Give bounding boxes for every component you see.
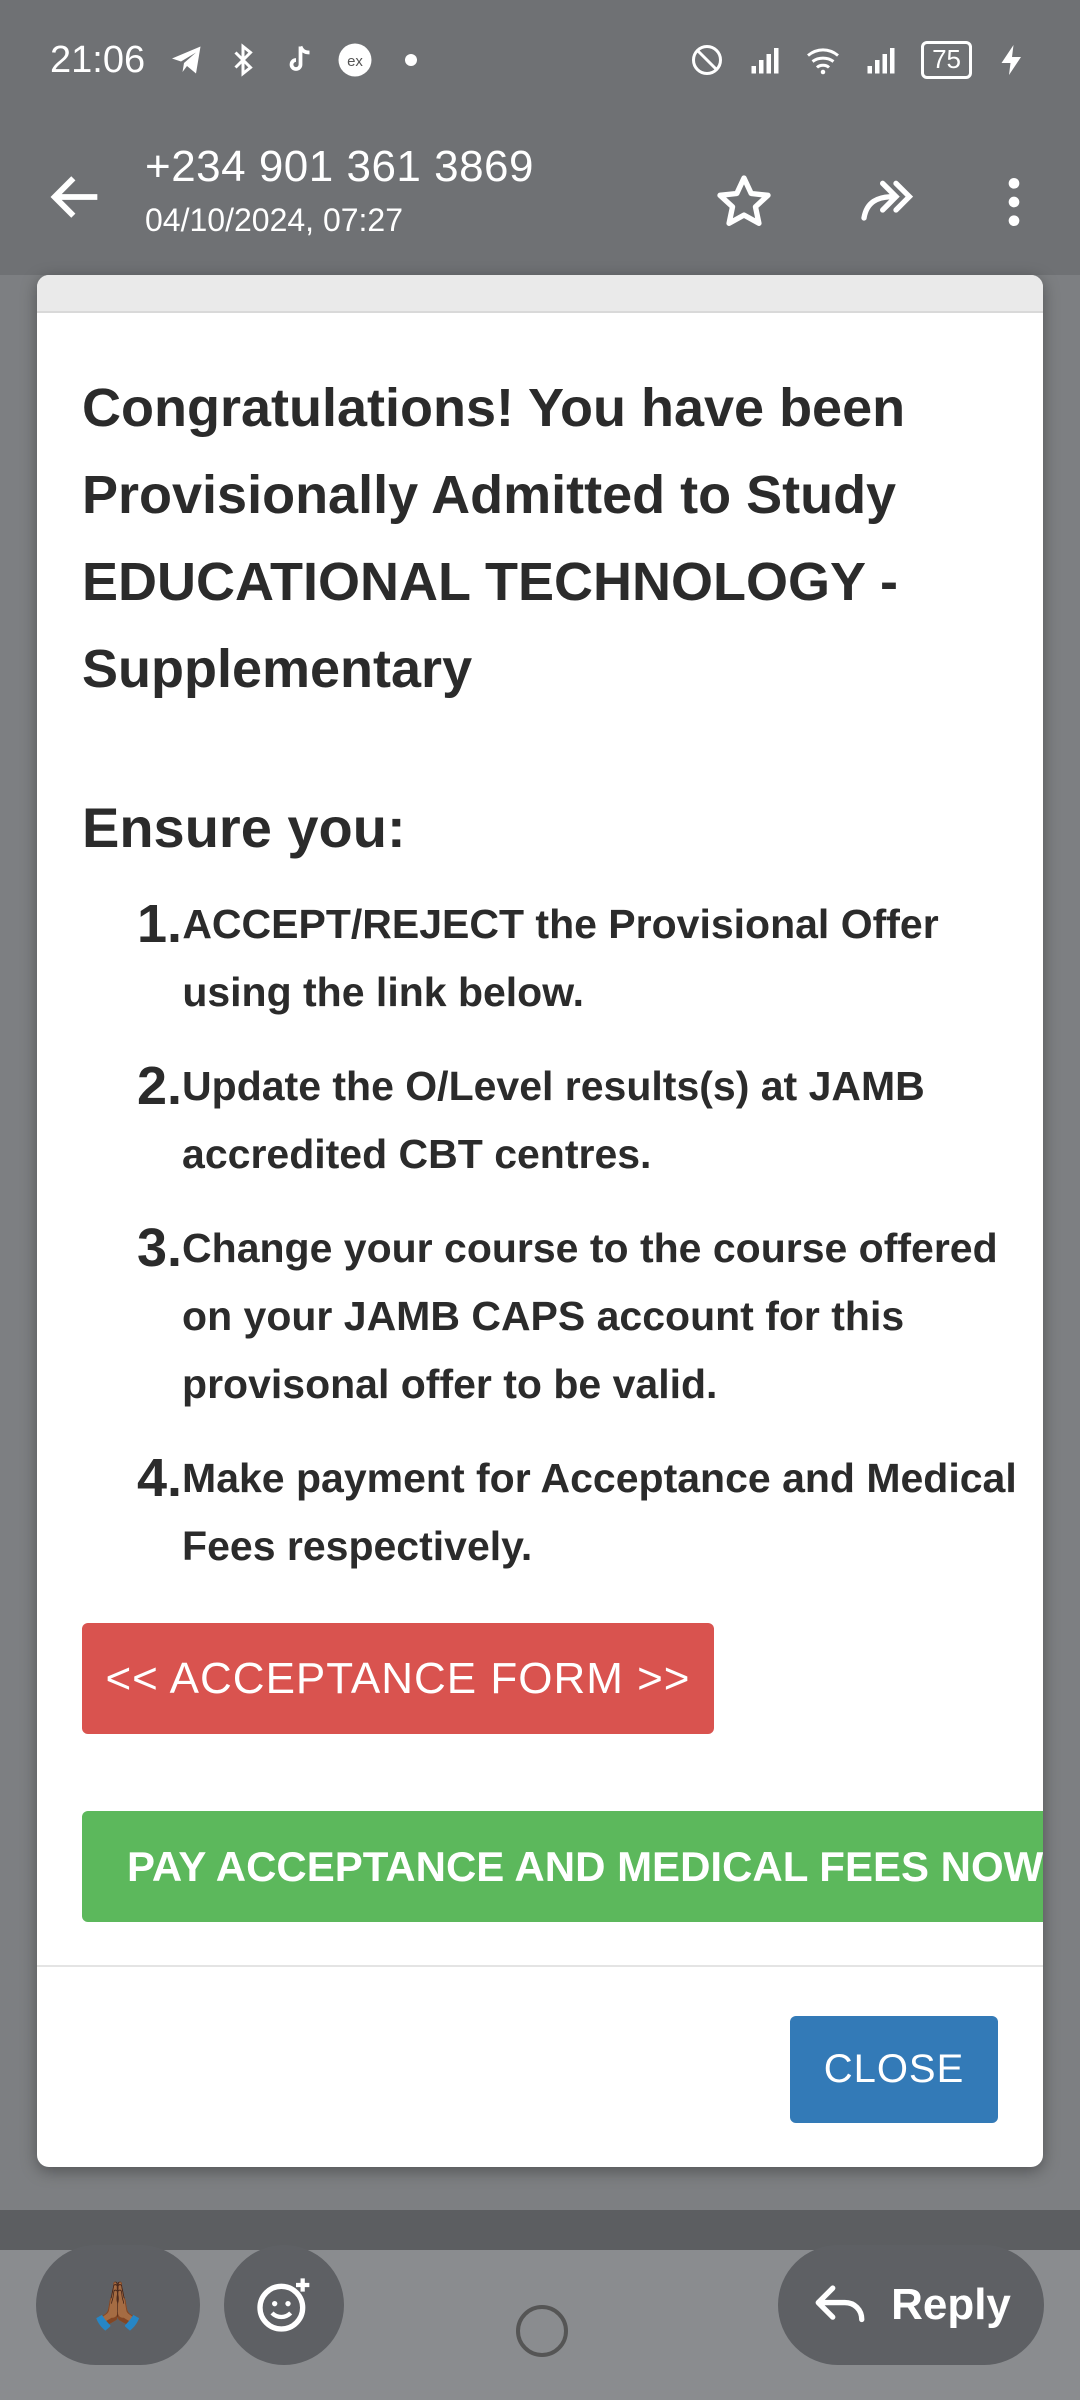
step-number: 4. xyxy=(137,1448,183,1508)
step-number: 1. xyxy=(137,894,183,954)
sender-info: +234 901 361 3869 04/10/2024, 07:27 xyxy=(145,142,534,239)
notification-icons: ex xyxy=(169,42,429,78)
reply-label: Reply xyxy=(891,2280,1011,2329)
step-text: Change your course to the course offered… xyxy=(182,1225,998,1407)
status-bar: 21:06 ex 75 xyxy=(0,0,1080,120)
close-button[interactable]: CLOSE xyxy=(790,2016,998,2123)
message-date: 04/10/2024, 07:27 xyxy=(145,202,404,238)
system-status-icons: 75 xyxy=(689,41,1030,79)
step-text: Make payment for Acceptance and Medical … xyxy=(182,1455,1017,1569)
dialog-header-edge xyxy=(37,275,1043,313)
list-item: 4. Make payment for Acceptance and Medic… xyxy=(137,1444,1037,1580)
react-button[interactable]: 🙏🏾 xyxy=(36,2245,200,2365)
more-options-icon[interactable] xyxy=(982,170,1046,234)
reply-arrow-icon xyxy=(815,2285,865,2323)
step-text: ACCEPT/REJECT the Provisional Offer usin… xyxy=(182,901,939,1015)
add-emoji-icon xyxy=(257,2278,310,2332)
more-notifications-dot-icon xyxy=(405,54,418,66)
do-not-disturb-icon xyxy=(692,45,723,75)
forward-icon[interactable] xyxy=(856,170,920,234)
steps-list: 1. ACCEPT/REJECT the Provisional Offer u… xyxy=(137,890,1037,1606)
battery-level: 75 xyxy=(921,41,972,79)
sender-name: +234 901 361 3869 xyxy=(145,142,534,191)
wifi-icon xyxy=(807,48,840,75)
bluetooth-icon xyxy=(234,43,253,77)
charging-icon xyxy=(1001,45,1021,75)
prayer-emoji: 🙏🏾 xyxy=(89,2278,147,2331)
admission-headline: Congratulations! You have been Provision… xyxy=(82,378,906,699)
back-arrow-icon[interactable] xyxy=(44,165,108,229)
admission-status-dialog: Congratulations! You have been Provision… xyxy=(37,275,1043,2167)
list-item: 1. ACCEPT/REJECT the Provisional Offer u… xyxy=(137,890,1037,1026)
step-number: 3. xyxy=(137,1218,183,1278)
list-item: 3. Change your course to the course offe… xyxy=(137,1214,1037,1418)
pay-fees-button[interactable]: PAY ACCEPTANCE AND MEDICAL FEES NOW >> xyxy=(82,1811,1043,1922)
reply-button[interactable]: Reply xyxy=(778,2245,1044,2365)
media-viewer-header: +234 901 361 3869 04/10/2024, 07:27 xyxy=(0,130,1080,275)
svg-text:ex: ex xyxy=(347,53,363,70)
ensure-label: Ensure you: xyxy=(82,796,406,859)
signal-lte-icon xyxy=(867,48,895,74)
dialog-footer-divider xyxy=(37,1965,1043,1967)
list-item: 2. Update the O/Level results(s) at JAMB… xyxy=(137,1052,1037,1188)
signal-3g-icon xyxy=(751,48,779,74)
status-time: 21:06 xyxy=(50,38,146,81)
step-text: Update the O/Level results(s) at JAMB ac… xyxy=(182,1063,925,1177)
tiktok-icon xyxy=(289,45,310,71)
star-icon[interactable] xyxy=(712,170,776,234)
ex-app-icon: ex xyxy=(338,43,372,77)
nav-home-button[interactable] xyxy=(516,2305,568,2357)
add-reaction-button[interactable] xyxy=(224,2245,344,2365)
step-number: 2. xyxy=(137,1056,183,1116)
telegram-icon xyxy=(172,46,201,74)
acceptance-form-button[interactable]: << ACCEPTANCE FORM >> xyxy=(82,1623,714,1734)
